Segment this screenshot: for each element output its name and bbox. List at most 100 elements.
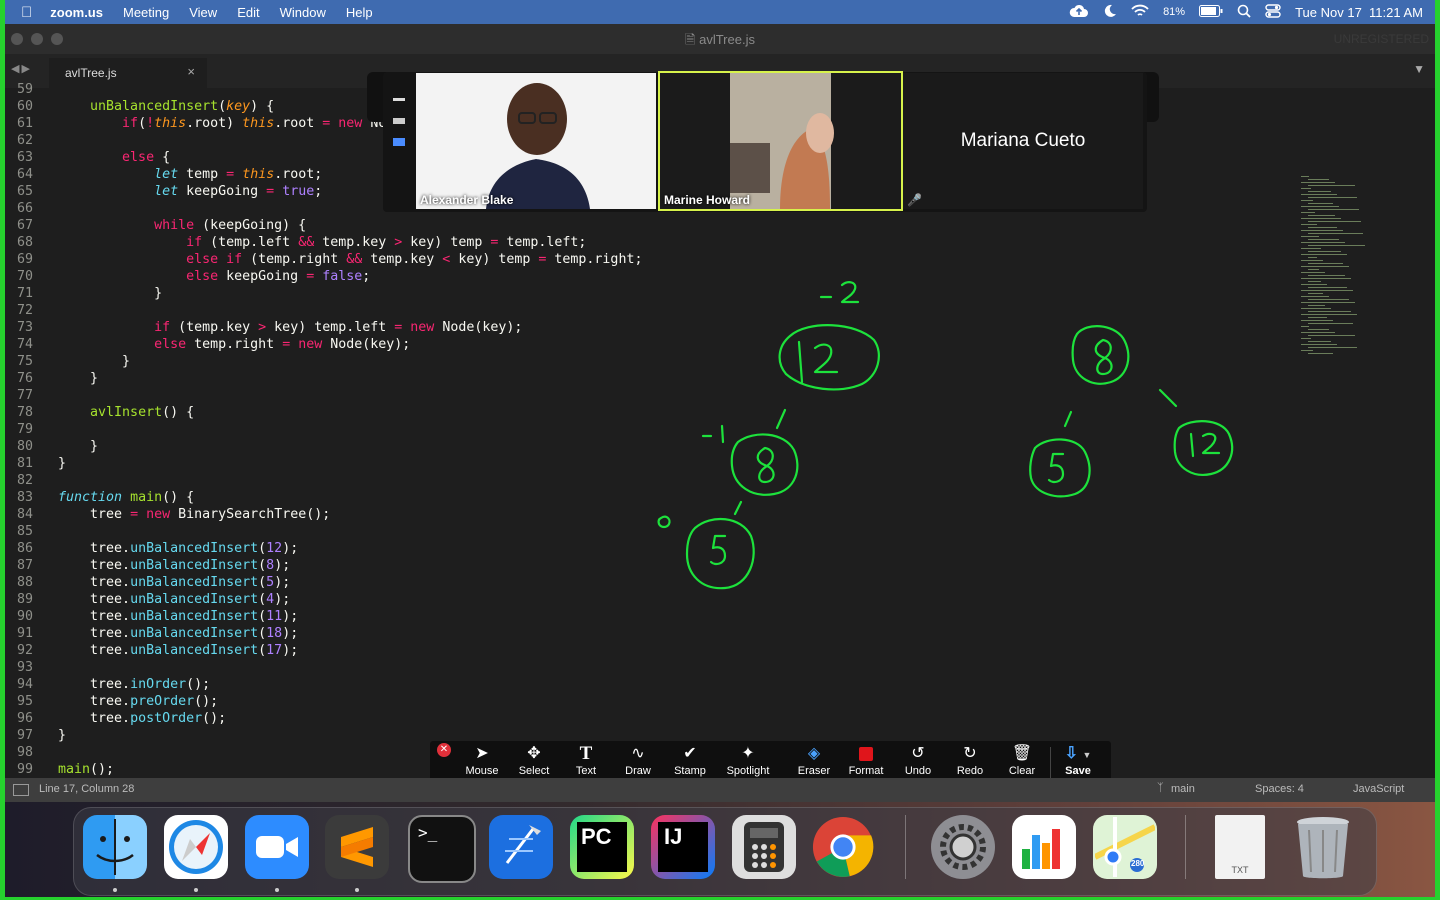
video-camera-icon [256,836,298,858]
redo-icon: ↻ [963,745,977,762]
safari-icon [169,820,223,874]
drawn-circle-12-right [1173,420,1234,476]
chrome-app[interactable] [811,815,875,879]
tool-clear[interactable]: 🗑 Clear [996,743,1048,783]
wifi-icon[interactable] [1131,4,1149,21]
drawn-digit-2 [840,281,860,304]
tool-select[interactable]: ✥ Select [508,743,560,783]
menu-edit[interactable]: Edit [227,5,269,20]
maps-app[interactable]: 280 [1093,815,1157,879]
bar-chart-icon [1022,829,1060,869]
map-icon [1095,817,1155,877]
zoom-app[interactable] [245,815,309,879]
format-icon [840,743,892,765]
eraser-icon: ◈ [807,745,821,762]
minimize-gallery-icon[interactable] [393,98,405,101]
tool-eraser[interactable]: ◈ Eraser [788,743,840,783]
hide-videos-icon[interactable] [393,118,405,124]
editor-statusbar: Line 17, Column 28 ᛉ main Spaces: 4 Java… [5,778,1435,802]
spotlight-search-icon[interactable] [1237,4,1251,21]
dock-separator [905,815,906,879]
apple-icon[interactable]:  [5,4,40,21]
control-center-icon[interactable] [1265,3,1281,21]
safari-app[interactable] [164,815,228,879]
gallery-controls[interactable] [389,90,413,160]
menu-help[interactable]: Help [336,5,383,20]
participant-video-icon [660,73,901,209]
git-branch[interactable]: main [1171,783,1195,795]
calculator-app[interactable] [732,815,796,879]
calculator-icon [744,822,784,872]
video-tile-mariana[interactable]: Mariana Cueto 🎤 [903,73,1143,209]
menu-window[interactable]: Window [270,5,336,20]
drawn-circle-5 [685,517,755,590]
zoom-running-dot [275,888,279,892]
cloud-upload-icon[interactable] [1069,4,1089,21]
screen:  zoom.us Meeting View Edit Window Help … [5,0,1435,897]
spotlight-icon: ✦ [741,745,755,762]
menu-view[interactable]: View [179,5,227,20]
tool-redo[interactable]: ↻ Redo [944,743,996,783]
menubar-clock[interactable]: Tue Nov 17 11:21 AM [1295,5,1423,20]
undo-icon: ↺ [911,745,925,762]
numbers-app[interactable] [1012,815,1076,879]
tool-draw[interactable]: ∿ Draw [612,743,664,783]
indentation-setting[interactable]: Spaces: 4 [1255,783,1304,795]
text-icon: T [579,743,593,764]
save-icon: ⇩ ▼ [1064,745,1092,762]
video-tile-alexander[interactable]: Alexander Blake [416,73,656,209]
tool-stamp[interactable]: ✔ Stamp [664,743,716,783]
trash-icon: 🗑 [1011,745,1033,762]
menu-app-name[interactable]: zoom.us [40,5,113,20]
tool-format[interactable]: Format [840,743,892,783]
cursor-icon: ➤ [475,745,489,762]
video-tile-marine[interactable]: Marine Howard [658,71,903,211]
finder-running-dot [113,888,117,892]
trash-app[interactable] [1291,815,1355,879]
tool-spotlight[interactable]: ✦ Spotlight [720,743,776,783]
tab-nav-arrows-icon[interactable]: ◀▶ [11,62,32,75]
pycharm-app[interactable]: PC [570,815,634,879]
muted-mic-icon: 🎤 [907,193,922,207]
safari-running-dot [194,888,198,892]
file-icon: 🗎 [685,32,696,47]
tab-label: avlTree.js [65,66,117,80]
xcode-app[interactable] [489,815,553,879]
tab-close-icon[interactable]: × [187,64,195,79]
terminal-app[interactable]: >_ [408,815,476,883]
finder-app[interactable] [83,815,147,879]
panel-toggle-icon[interactable] [13,784,29,796]
gear-icon [940,824,986,870]
txt-document[interactable]: TXT [1215,815,1265,879]
intellij-app[interactable]: IJ [651,815,715,879]
pycharm-logo: PC [577,822,627,872]
tool-save[interactable]: ⇩ ▼ Save [1052,743,1104,783]
tool-text[interactable]: T Text [560,743,612,783]
cursor-position: Line 17, Column 28 [39,783,135,795]
txt-document-label: TXT [1231,865,1249,875]
sublime-text-app[interactable] [325,815,389,879]
trash-icon [1297,817,1349,879]
close-annotation-icon[interactable]: ✕ [437,743,451,757]
participant-video-icon [416,73,656,209]
battery-icon[interactable] [1199,4,1223,20]
tool-undo[interactable]: ↺ Undo [892,743,944,783]
do-not-disturb-icon[interactable] [1103,4,1117,21]
window-title: 🗎 avlTree.js [685,32,755,47]
git-branch-icon: ᛉ [1157,782,1164,794]
gallery-view-icon[interactable] [393,138,405,146]
tab-avltree[interactable]: avlTree.js × [49,58,207,88]
finder-icon [96,819,134,875]
toolbar-divider [1050,747,1051,779]
participant-name-large: Mariana Cueto [960,130,1086,151]
tab-dropdown-icon[interactable]: ▼ [1413,62,1425,76]
system-preferences-app[interactable] [931,815,995,879]
macos-menubar:  zoom.us Meeting View Edit Window Help … [5,0,1435,24]
map-route-shield: 280 [1131,859,1145,868]
unregistered-label: UNREGISTERED [1333,32,1429,46]
intellij-logo: IJ [658,822,708,872]
tool-mouse[interactable]: ➤ Mouse [456,743,508,783]
checkmark-icon: ✔ [683,745,697,762]
menu-meeting[interactable]: Meeting [113,5,179,20]
syntax-language[interactable]: JavaScript [1353,783,1404,795]
